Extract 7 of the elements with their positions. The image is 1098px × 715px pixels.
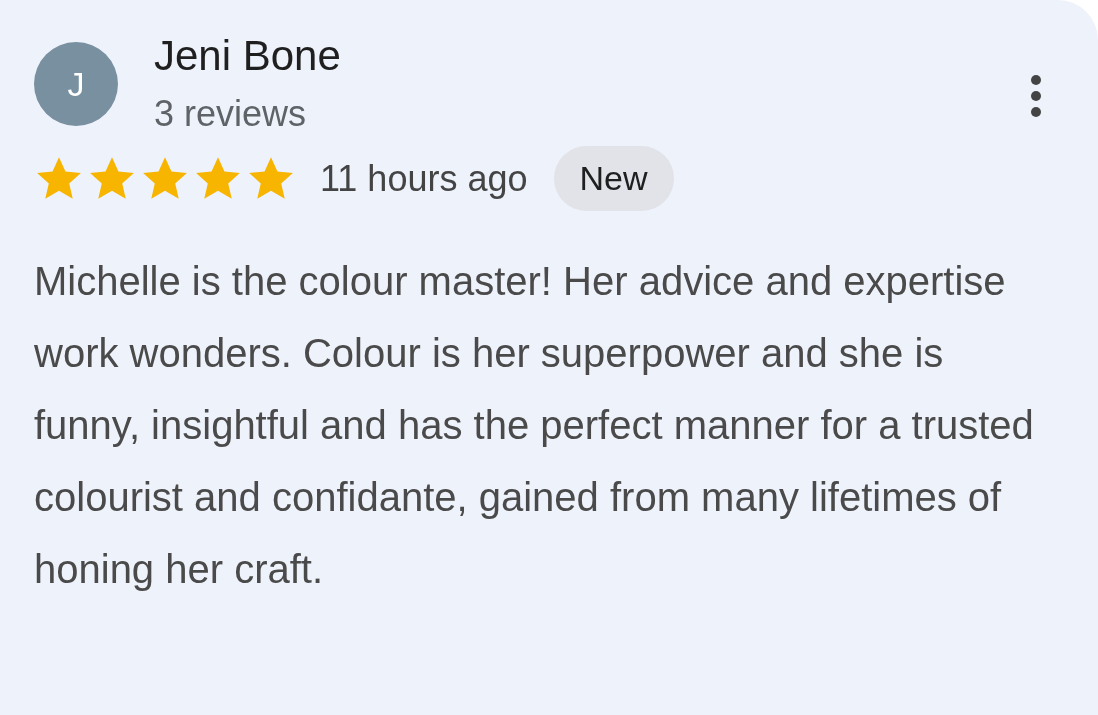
review-text: Michelle is the colour master! Her advice and expertise work wonders. Colour is her superpower and she is funny, insightful and has the perfect manner for a trusted colourist and confidante, gained from many lifetimes of honing her craft. bbox=[34, 258, 1035, 593]
review-time: 11 hours ago bbox=[320, 157, 528, 200]
avatar: J bbox=[34, 42, 118, 126]
review-count: 3 reviews bbox=[154, 94, 308, 134]
new-badge: New bbox=[553, 146, 674, 211]
more-options-icon[interactable] bbox=[1030, 74, 1042, 118]
author-name: Jeni Bone bbox=[154, 31, 341, 81]
